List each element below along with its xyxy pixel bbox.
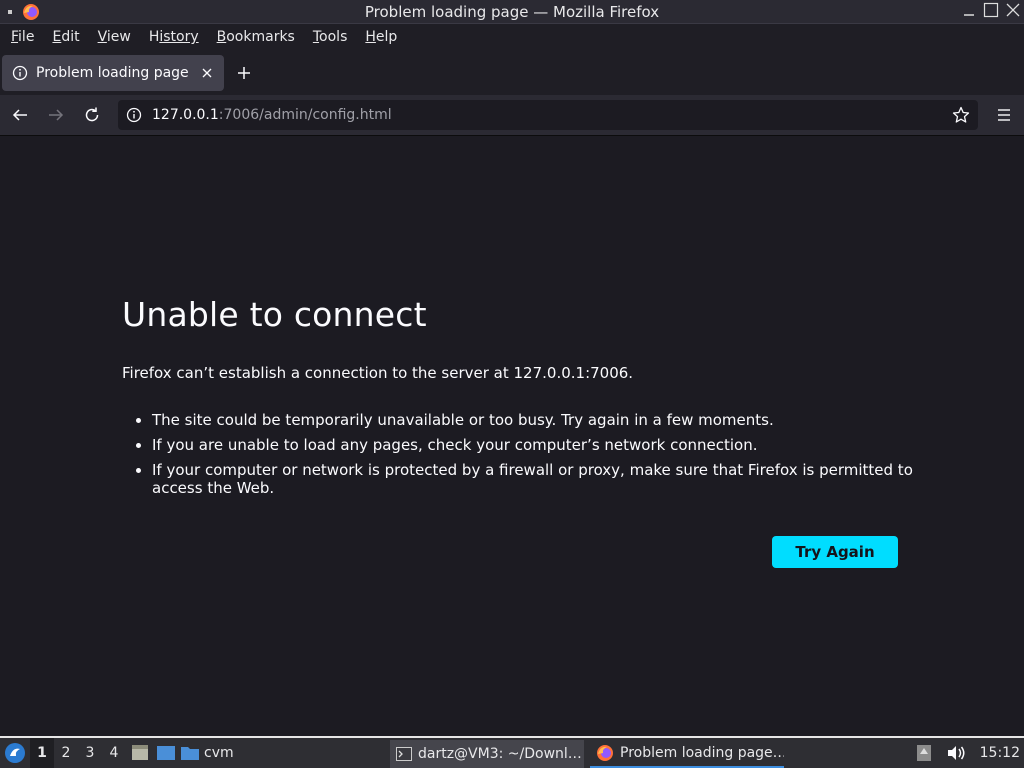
info-icon [12, 65, 28, 80]
info-icon[interactable] [126, 107, 142, 123]
system-tray: 15:12 [916, 738, 1024, 768]
folder-launcher[interactable]: cvm [180, 743, 234, 763]
list-item: If you are unable to load any pages, che… [152, 436, 920, 454]
clipboard-icon [916, 745, 931, 761]
menu-history[interactable]: History [142, 29, 210, 45]
navigation-toolbar: 127.0.0.1:7006/admin/config.html [0, 95, 1024, 136]
menu-help[interactable]: Help [358, 29, 408, 45]
clipboard-tray[interactable] [916, 744, 932, 762]
hamburger-menu-icon[interactable] [996, 107, 1012, 123]
error-title: Unable to connect [122, 295, 427, 334]
folder-label: cvm [204, 745, 234, 761]
start-menu-button[interactable] [0, 738, 30, 768]
list-item: If your computer or network is protected… [152, 461, 920, 497]
reload-icon [85, 107, 99, 122]
menu-tools[interactable]: Tools [306, 29, 359, 45]
page-content: Unable to connect Firefox can’t establis… [0, 137, 1024, 733]
volume-control[interactable] [946, 744, 966, 762]
terminal-icon [396, 747, 412, 761]
try-again-button[interactable]: Try Again [772, 536, 898, 568]
tab-problem-loading[interactable]: Problem loading page [2, 54, 224, 91]
menu-bar: File Edit View History Bookmarks Tools H… [0, 24, 1024, 50]
close-tab-icon[interactable] [200, 66, 214, 80]
clock[interactable]: 15:12 [980, 745, 1020, 761]
file-manager-launcher[interactable] [128, 741, 152, 765]
start-menu-icon [5, 743, 25, 763]
maximize-icon[interactable] [982, 1, 1000, 19]
reload-button[interactable] [76, 99, 108, 131]
window-title: Problem loading page — Mozilla Firefox [364, 2, 660, 21]
error-description: Firefox can’t establish a connection to … [122, 364, 634, 382]
forward-button[interactable] [40, 99, 72, 131]
volume-icon [947, 746, 965, 760]
tab-strip: Problem loading page [0, 50, 1024, 95]
close-window-icon[interactable] [1004, 1, 1022, 19]
new-tab-button[interactable] [228, 57, 260, 89]
workspace-3[interactable]: 3 [78, 738, 102, 768]
url-host: 127.0.0.1 [152, 107, 219, 123]
menu-file[interactable]: File [4, 29, 45, 45]
desktop-launcher[interactable] [154, 741, 178, 765]
task-terminal[interactable]: dartz@VM3: ~/Downl… [390, 740, 584, 768]
menu-bookmarks[interactable]: Bookmarks [210, 29, 306, 45]
menu-view[interactable]: View [91, 29, 142, 45]
back-button[interactable] [4, 99, 36, 131]
plus-icon [238, 66, 250, 79]
list-item: The site could be temporarily unavailabl… [152, 411, 920, 429]
tab-title: Problem loading page [36, 64, 189, 81]
url-path: :7006/admin/config.html [218, 107, 392, 123]
url-bar[interactable]: 127.0.0.1:7006/admin/config.html [118, 100, 978, 130]
taskbar: 1 2 3 4 cvm dartz@VM3: ~/Downl… Problem … [0, 736, 1024, 768]
workspace-1[interactable]: 1 [30, 738, 54, 768]
workspace-4[interactable]: 4 [102, 738, 126, 768]
desktop-icon [157, 746, 175, 760]
window-titlebar: Problem loading page — Mozilla Firefox [0, 0, 1024, 24]
file-manager-icon [132, 745, 148, 760]
minimize-icon[interactable] [960, 1, 978, 19]
arrow-left-icon [12, 109, 27, 121]
folder-icon [181, 747, 199, 760]
firefox-icon [597, 745, 613, 761]
menu-edit[interactable]: Edit [45, 29, 90, 45]
task-firefox[interactable]: Problem loading page… [590, 740, 784, 768]
window-menu-icon[interactable] [8, 10, 12, 14]
firefox-icon [23, 4, 39, 20]
arrow-right-icon [49, 109, 64, 121]
star-icon[interactable] [952, 106, 970, 124]
workspace-2[interactable]: 2 [54, 738, 78, 768]
error-suggestions: The site could be temporarily unavailabl… [130, 411, 920, 504]
